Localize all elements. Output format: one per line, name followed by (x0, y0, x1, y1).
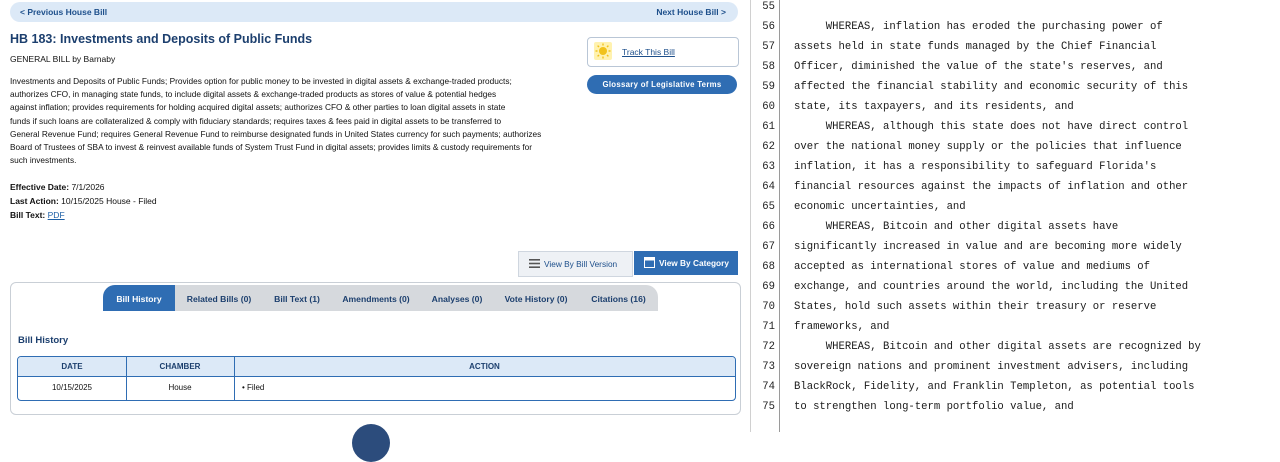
line-number: 58 (762, 61, 775, 73)
line-number: 55 (762, 1, 775, 13)
document-line: economic uncertainties, and (794, 201, 966, 213)
line-number: 57 (762, 41, 775, 53)
line-number: 66 (762, 221, 775, 233)
last-action-label: Last Action: (10, 196, 59, 206)
previous-bill-link[interactable]: < Previous House Bill (20, 7, 107, 17)
last-action: Last Action: 10/15/2025 House - Filed (10, 196, 157, 206)
line-number: 65 (762, 201, 775, 213)
description-line: against inflation; provides requirements… (10, 102, 506, 113)
glossary-button[interactable]: Glossary of Legislative Terms (587, 75, 737, 94)
document-line: Officer, diminished the value of the sta… (794, 61, 1163, 73)
bill-nav-bar: < Previous House Bill Next House Bill > (10, 2, 738, 22)
document-line: assets held in state funds managed by th… (794, 41, 1157, 53)
document-line: significantly increased in value and are… (794, 241, 1182, 253)
document-line: WHEREAS, inflation has eroded the purcha… (794, 21, 1163, 33)
date-header[interactable]: DATE (18, 357, 126, 376)
track-bill-label: Track This Bill (622, 47, 675, 57)
row-date: 10/15/2025 (51, 383, 93, 392)
view-by-category-label: View By Category (659, 258, 729, 268)
document-line: inflation, it has a responsibility to sa… (794, 161, 1157, 173)
tab-bill-history[interactable]: Bill History (103, 285, 175, 311)
bill-text-label: Bill Text: (10, 210, 46, 220)
line-number: 64 (762, 181, 775, 193)
row-action: • Filed (242, 383, 265, 392)
sun-icon (594, 42, 612, 60)
effective-date: Effective Date: 7/1/2026 (10, 182, 105, 192)
line-number: 67 (762, 241, 775, 253)
document-line: to strengthen long-term portfolio value,… (794, 401, 1074, 413)
column-divider (234, 357, 235, 400)
bill-subtitle: GENERAL BILL by Barnaby (10, 54, 116, 64)
line-number: 59 (762, 81, 775, 93)
view-by-category-button[interactable]: View By Category (634, 251, 738, 275)
bill-text: Bill Text: PDF (10, 210, 65, 220)
line-number: 63 (762, 161, 775, 173)
line-number: 70 (762, 301, 775, 313)
tab-bill-text[interactable]: Bill Text (1) (263, 285, 331, 311)
line-number: 73 (762, 361, 775, 373)
document-line: sovereign nations and prominent investme… (794, 361, 1189, 373)
bill-details-panel: Bill History Related Bills (0) Bill Text… (10, 282, 741, 415)
view-by-version-button[interactable]: View By Bill Version (518, 251, 633, 277)
document-line: financial resources against the impacts … (794, 181, 1189, 193)
line-number: 69 (762, 281, 775, 293)
bill-text-viewer: 55 56 WHEREAS, inflation has eroded the p… (750, 0, 1280, 432)
row-chamber: House (168, 383, 192, 392)
bill-page: < Previous House Bill Next House Bill > … (0, 0, 750, 462)
folder-icon (644, 257, 655, 268)
description-line: such investments. (10, 155, 77, 166)
bill-description: Investments and Deposits of Public Funds… (10, 75, 590, 167)
document-line: frameworks, and (794, 321, 890, 333)
description-line: authorizes CFO, in managing state funds,… (10, 89, 497, 100)
tab-related-bills[interactable]: Related Bills (0) (175, 285, 263, 311)
tab-citations[interactable]: Citations (16) (579, 285, 658, 311)
document-line: over the national money supply or the po… (794, 141, 1182, 153)
line-number: 56 (762, 21, 775, 33)
pdf-link[interactable]: PDF (48, 210, 65, 220)
column-divider (126, 357, 127, 400)
tab-vote-history[interactable]: Vote History (0) (493, 285, 579, 311)
document-line: state, its taxpayers, and its residents,… (794, 101, 1074, 113)
view-by-version-label: View By Bill Version (544, 259, 618, 269)
description-line: funds if such loans are collateralized &… (10, 115, 502, 126)
document-line: States, hold such assets within their tr… (794, 301, 1157, 313)
bill-history-heading: Bill History (18, 335, 69, 346)
line-number: 71 (762, 321, 775, 333)
document-line: WHEREAS, Bitcoin and other digital asset… (794, 341, 1201, 353)
line-number: 60 (762, 101, 775, 113)
action-header[interactable]: ACTION (234, 357, 735, 376)
tab-bar: Bill History Related Bills (0) Bill Text… (103, 285, 658, 311)
effective-date-value: 7/1/2026 (71, 182, 105, 192)
line-number: 68 (762, 261, 775, 273)
line-number: 61 (762, 121, 775, 133)
document-line: WHEREAS, although this state does not ha… (794, 121, 1189, 133)
line-number: 75 (762, 401, 775, 413)
tab-analyses[interactable]: Analyses (0) (421, 285, 493, 311)
last-action-value: 10/15/2025 House - Filed (61, 196, 157, 206)
description-line: Board of Trustees of SBA to invest & rei… (10, 142, 533, 153)
seal-icon (352, 424, 390, 462)
description-line: General Revenue Fund; requires General R… (10, 128, 542, 139)
document-line: exchange, and countries around the world… (794, 281, 1189, 293)
tab-amendments[interactable]: Amendments (0) (331, 285, 421, 311)
list-icon (529, 259, 540, 268)
bill-title: HB 183: Investments and Deposits of Publ… (10, 32, 313, 46)
next-bill-link[interactable]: Next House Bill > (656, 7, 726, 17)
chamber-header[interactable]: CHAMBER (126, 357, 234, 376)
description-line: Investments and Deposits of Public Funds… (10, 76, 512, 86)
document-line: BlackRock, Fidelity, and Franklin Temple… (794, 381, 1195, 393)
document-line: affected the financial stability and eco… (794, 81, 1189, 93)
track-bill-button[interactable]: Track This Bill (587, 37, 739, 67)
effective-date-label: Effective Date: (10, 182, 70, 192)
line-number: 72 (762, 341, 775, 353)
bill-history-table: DATE CHAMBER ACTION 10/15/2025 House • F… (17, 356, 736, 401)
document-line: WHEREAS, Bitcoin and other digital asset… (794, 221, 1119, 233)
line-number: 62 (762, 141, 775, 153)
document-line: accepted as international stores of valu… (794, 261, 1151, 273)
line-number: 74 (762, 381, 775, 393)
